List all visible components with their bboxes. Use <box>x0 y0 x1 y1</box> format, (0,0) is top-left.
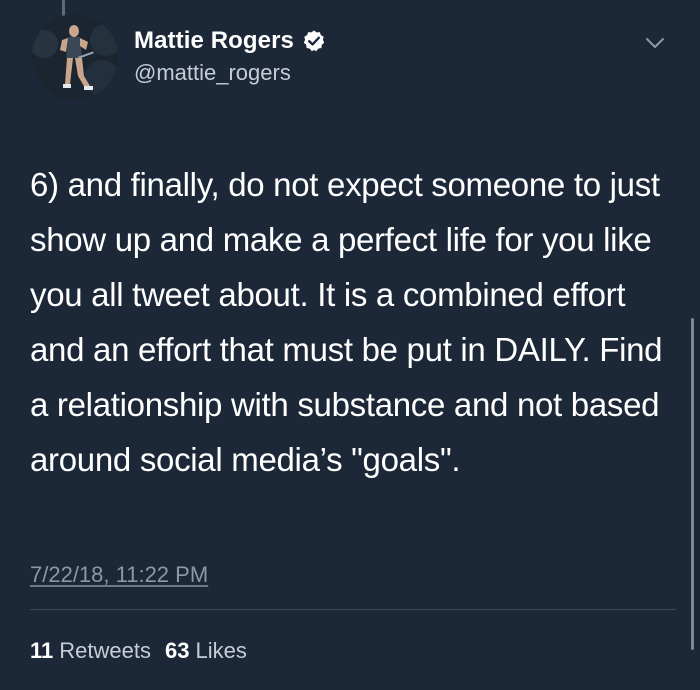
tweet-card: Mattie Rogers @mattie_rogers 6) and fina… <box>0 0 700 690</box>
user-handle[interactable]: @mattie_rogers <box>134 60 291 86</box>
author-name-row[interactable]: Mattie Rogers <box>134 27 326 55</box>
tweet-timestamp[interactable]: 7/22/18, 11:22 PM <box>30 562 208 588</box>
retweets-count: 11 <box>30 638 54 663</box>
tweet-text: 6) and finally, do not expect someone to… <box>30 166 663 478</box>
avatar[interactable] <box>32 14 118 100</box>
likes-count: 63 <box>164 638 190 663</box>
divider <box>30 609 676 610</box>
display-name[interactable]: Mattie Rogers <box>134 27 294 55</box>
retweets-label: Retweets <box>59 638 151 663</box>
engagement-stats: 11 Retweets 63 Likes <box>30 638 247 664</box>
verified-badge-icon <box>302 29 326 53</box>
profile-photo-icon <box>32 14 118 100</box>
chevron-down-icon[interactable] <box>642 30 668 56</box>
likes-stat[interactable]: 63 Likes <box>165 638 247 664</box>
retweets-stat[interactable]: 11 Retweets <box>30 638 151 664</box>
scrollbar[interactable] <box>691 318 694 650</box>
likes-label: Likes <box>195 638 247 663</box>
